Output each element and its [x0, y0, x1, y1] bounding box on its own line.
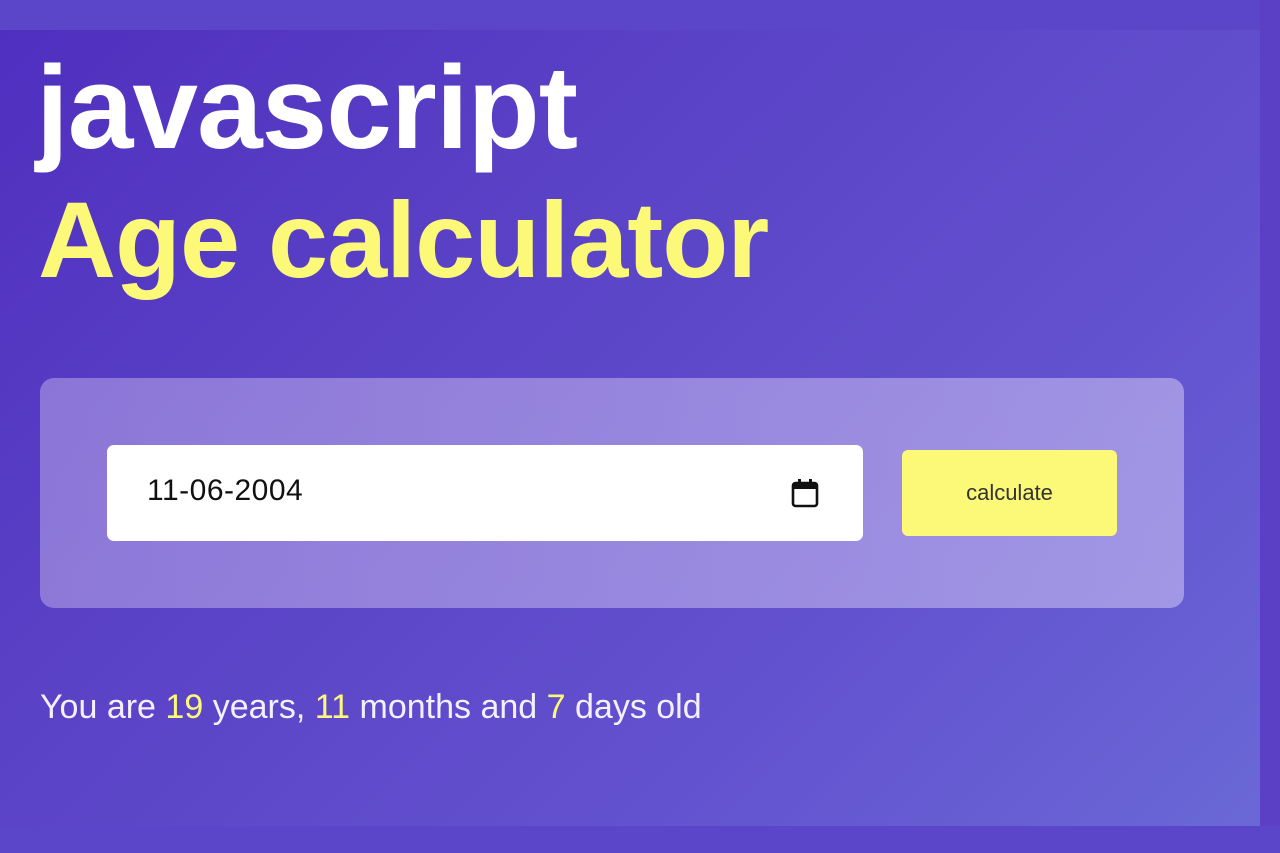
age-result: You are 19 years, 11 months and 7 days o…	[40, 685, 702, 729]
bottom-edge	[0, 826, 1280, 853]
result-prefix: You are	[40, 688, 156, 726]
birthdate-input[interactable]: 11-06-2004	[107, 445, 863, 541]
page-title-line2: Age calculator	[38, 179, 769, 300]
right-edge	[1260, 0, 1280, 853]
calendar-icon[interactable]	[791, 478, 819, 508]
result-months: 11	[314, 688, 351, 726]
birthdate-value: 11-06-2004	[147, 474, 304, 507]
result-months-label: months and	[359, 688, 538, 726]
result-days-label: days old	[575, 688, 702, 726]
result-days: 7	[546, 688, 566, 726]
page-title-line1: javascript	[36, 42, 578, 174]
result-years: 19	[165, 688, 204, 726]
calculate-button[interactable]: calculate	[902, 450, 1117, 536]
calculator-card: 11-06-2004 calculate	[40, 378, 1184, 608]
result-years-label: years,	[212, 688, 306, 726]
